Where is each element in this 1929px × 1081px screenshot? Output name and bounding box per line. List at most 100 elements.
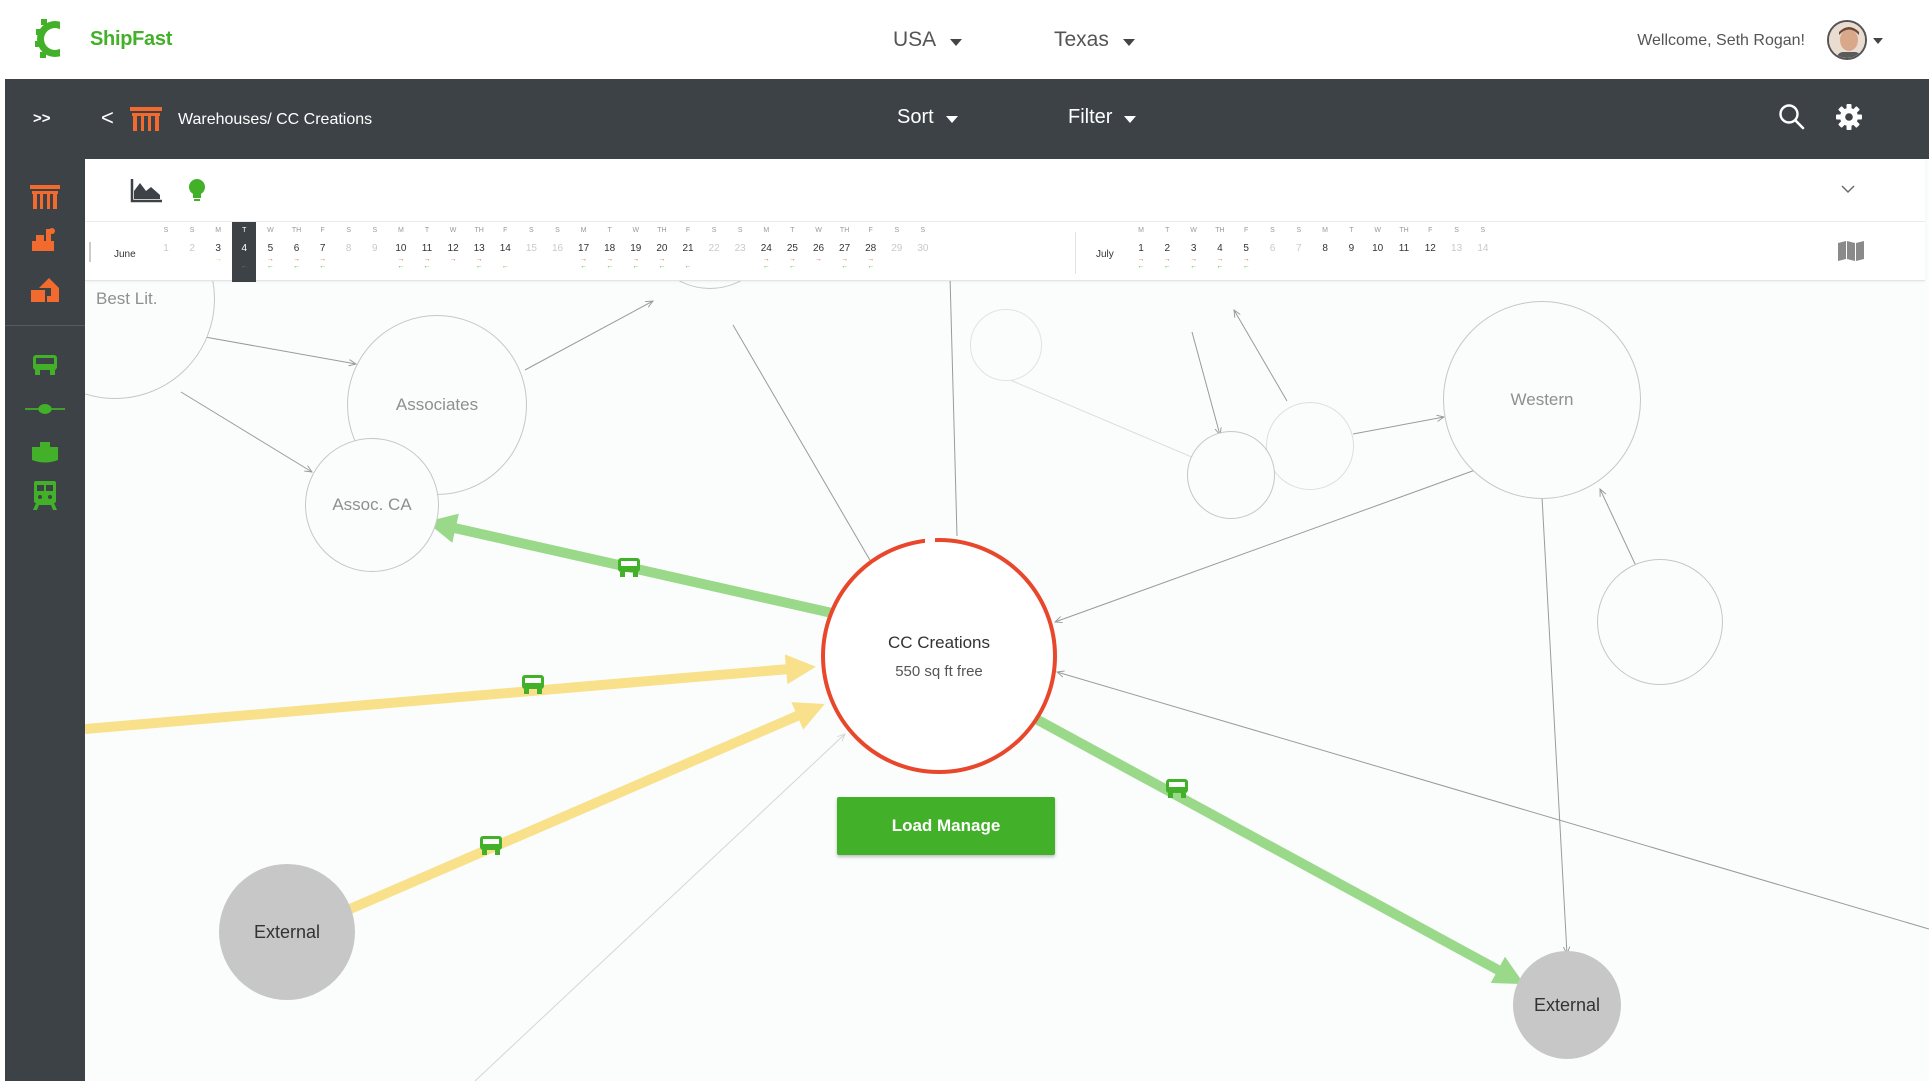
node-external-left[interactable]: External — [219, 864, 355, 1000]
search-icon[interactable] — [1778, 103, 1806, 131]
edge — [1002, 376, 1195, 459]
calendar-day-of-week: TH — [291, 227, 302, 234]
calendar-day[interactable]: TH 20 → ← — [650, 222, 674, 282]
edge — [180, 391, 312, 472]
avatar[interactable] — [1827, 20, 1867, 60]
filter-dropdown[interactable]: Filter — [1068, 106, 1137, 129]
calendar-day[interactable]: M 10 → ← — [389, 222, 413, 282]
map-icon[interactable] — [1837, 240, 1865, 262]
calendar-day[interactable]: TH 13 → ← — [467, 222, 491, 282]
route-truck-icon[interactable] — [479, 835, 503, 857]
back-button[interactable]: < — [101, 105, 114, 131]
sort-dropdown[interactable]: Sort — [897, 106, 958, 129]
chevron-down-icon[interactable] — [1840, 184, 1856, 194]
calendar-day[interactable]: S 29 — [885, 222, 909, 282]
graph-node[interactable] — [970, 309, 1042, 381]
calendar-day[interactable]: S9 — [363, 222, 387, 282]
calendar-day[interactable]: S2 — [180, 222, 204, 282]
calendar-day[interactable]: M 24 → ← — [754, 222, 778, 282]
edge — [1191, 331, 1220, 435]
calendar-day[interactable]: S6 — [1261, 222, 1285, 282]
calendar-day[interactable]: T 2 → ← — [1155, 222, 1179, 282]
graph-node[interactable] — [1187, 431, 1275, 519]
calendar-day[interactable]: F 28 → ← — [859, 222, 883, 282]
sidebar-item-warehouses[interactable] — [25, 180, 65, 214]
sidebar-item-planes[interactable] — [25, 392, 65, 426]
calendar-day[interactable]: W 19 → ← — [624, 222, 648, 282]
calendar-day[interactable]: S 23 — [728, 222, 752, 282]
calendar-scroll-handle[interactable] — [89, 242, 91, 262]
area-chart-icon[interactable] — [130, 179, 162, 203]
node-assoc-ca[interactable]: Assoc. CA — [305, 438, 439, 572]
inbound-arrow-icon: ← — [841, 263, 849, 270]
calendar-day[interactable]: S 14 — [1471, 222, 1495, 282]
calendar-day[interactable]: M 1 → ← — [1129, 222, 1153, 282]
avatar-menu-caret-icon[interactable] — [1873, 38, 1883, 44]
sidebar-item-factories[interactable] — [25, 223, 65, 257]
calendar-day[interactable]: F 21 ← — [676, 222, 700, 282]
calendar-day[interactable]: M 3 → — [206, 222, 230, 282]
calendar-day[interactable]: TH 6 → ← — [285, 222, 309, 282]
expand-sidebar-button[interactable]: >> — [33, 110, 51, 127]
calendar-day[interactable]: F 12 — [1418, 222, 1442, 282]
calendar-day-number: 4 — [1217, 243, 1223, 254]
country-select[interactable]: USA — [893, 28, 963, 52]
calendar-day[interactable]: S 15 — [519, 222, 543, 282]
node-external-right[interactable]: External — [1513, 951, 1621, 1059]
lightbulb-icon[interactable] — [188, 178, 206, 204]
calendar-day[interactable]: TH 4 → ← — [1208, 222, 1232, 282]
state-select[interactable]: Texas — [1054, 28, 1135, 52]
calendar-day[interactable]: TH 27 → ← — [833, 222, 857, 282]
sidebar-item-ships[interactable] — [25, 436, 65, 470]
calendar-day[interactable]: F 5 → ← — [1234, 222, 1258, 282]
calendar-day[interactable]: T 4 ← — [232, 222, 257, 282]
calendar-day[interactable]: F 14 ← — [493, 222, 517, 282]
calendar-day[interactable]: S 16 — [546, 222, 570, 282]
month-divider — [1075, 232, 1076, 274]
calendar-day[interactable]: T 11 → ← — [415, 222, 439, 282]
sidebar-item-trains[interactable] — [25, 479, 65, 513]
calendar-day[interactable]: T9 — [1339, 222, 1363, 282]
calendar-day-number: 16 — [551, 243, 564, 254]
graph-node[interactable] — [1597, 559, 1723, 685]
calendar-day[interactable]: S 22 — [702, 222, 726, 282]
calendar-day[interactable]: W 12 → — [441, 222, 465, 282]
calendar-day[interactable]: W 5 → ← — [258, 222, 282, 282]
calendar-day[interactable]: S8 — [337, 222, 361, 282]
calendar-day-number: 25 — [786, 243, 798, 254]
calendar-day[interactable]: W 26 → — [807, 222, 831, 282]
load-manage-button[interactable]: Load Manage — [837, 797, 1055, 855]
calendar-day[interactable]: W 10 — [1366, 222, 1390, 282]
route-truck-icon[interactable] — [521, 674, 545, 696]
calendar-day[interactable]: M 17 → ← — [572, 222, 596, 282]
network-graph[interactable]: Best Lit. Associates Assoc. CA Western E… — [85, 159, 1929, 1081]
inbound-arrow-icon: ← — [580, 263, 588, 270]
calendar-day-of-week: S — [163, 227, 169, 234]
gear-icon[interactable] — [1835, 103, 1863, 131]
calendar-day[interactable]: S7 — [1287, 222, 1311, 282]
calendar-day[interactable]: T 18 → ← — [598, 222, 622, 282]
sidebar-item-distribution[interactable] — [25, 272, 65, 306]
graph-node[interactable] — [1266, 402, 1354, 490]
calendar-day[interactable]: F 7 → ← — [311, 222, 335, 282]
calendar-day[interactable]: S 30 — [911, 222, 935, 282]
calendar-day[interactable]: S1 — [154, 222, 178, 282]
calendar-day-number: 8 — [1322, 243, 1328, 254]
calendar-day-of-week: S — [737, 227, 743, 234]
node-western[interactable]: Western — [1443, 301, 1641, 499]
calendar-day-of-week: M — [397, 227, 404, 234]
route-truck-icon[interactable] — [1165, 778, 1189, 800]
sidebar-item-trucks[interactable] — [25, 348, 65, 382]
calendar-day[interactable]: W 3 → ← — [1182, 222, 1206, 282]
breadcrumb[interactable]: Warehouses/ CC Creations — [178, 111, 372, 129]
calendar-day-number: 28 — [865, 243, 877, 254]
node-cc-creations[interactable]: CC Creations 550 sq ft free — [821, 538, 1057, 774]
logo[interactable]: ShipFast — [34, 16, 172, 62]
route-truck-icon[interactable] — [617, 557, 641, 579]
calendar-day[interactable]: TH 11 — [1392, 222, 1416, 282]
calendar-day[interactable]: M8 — [1313, 222, 1337, 282]
calendar-day[interactable]: T 25 → ← — [780, 222, 804, 282]
calendar-day-of-week: W — [632, 227, 640, 234]
calendar-day[interactable]: S 13 — [1445, 222, 1469, 282]
calendar-day-number: 15 — [525, 243, 537, 254]
